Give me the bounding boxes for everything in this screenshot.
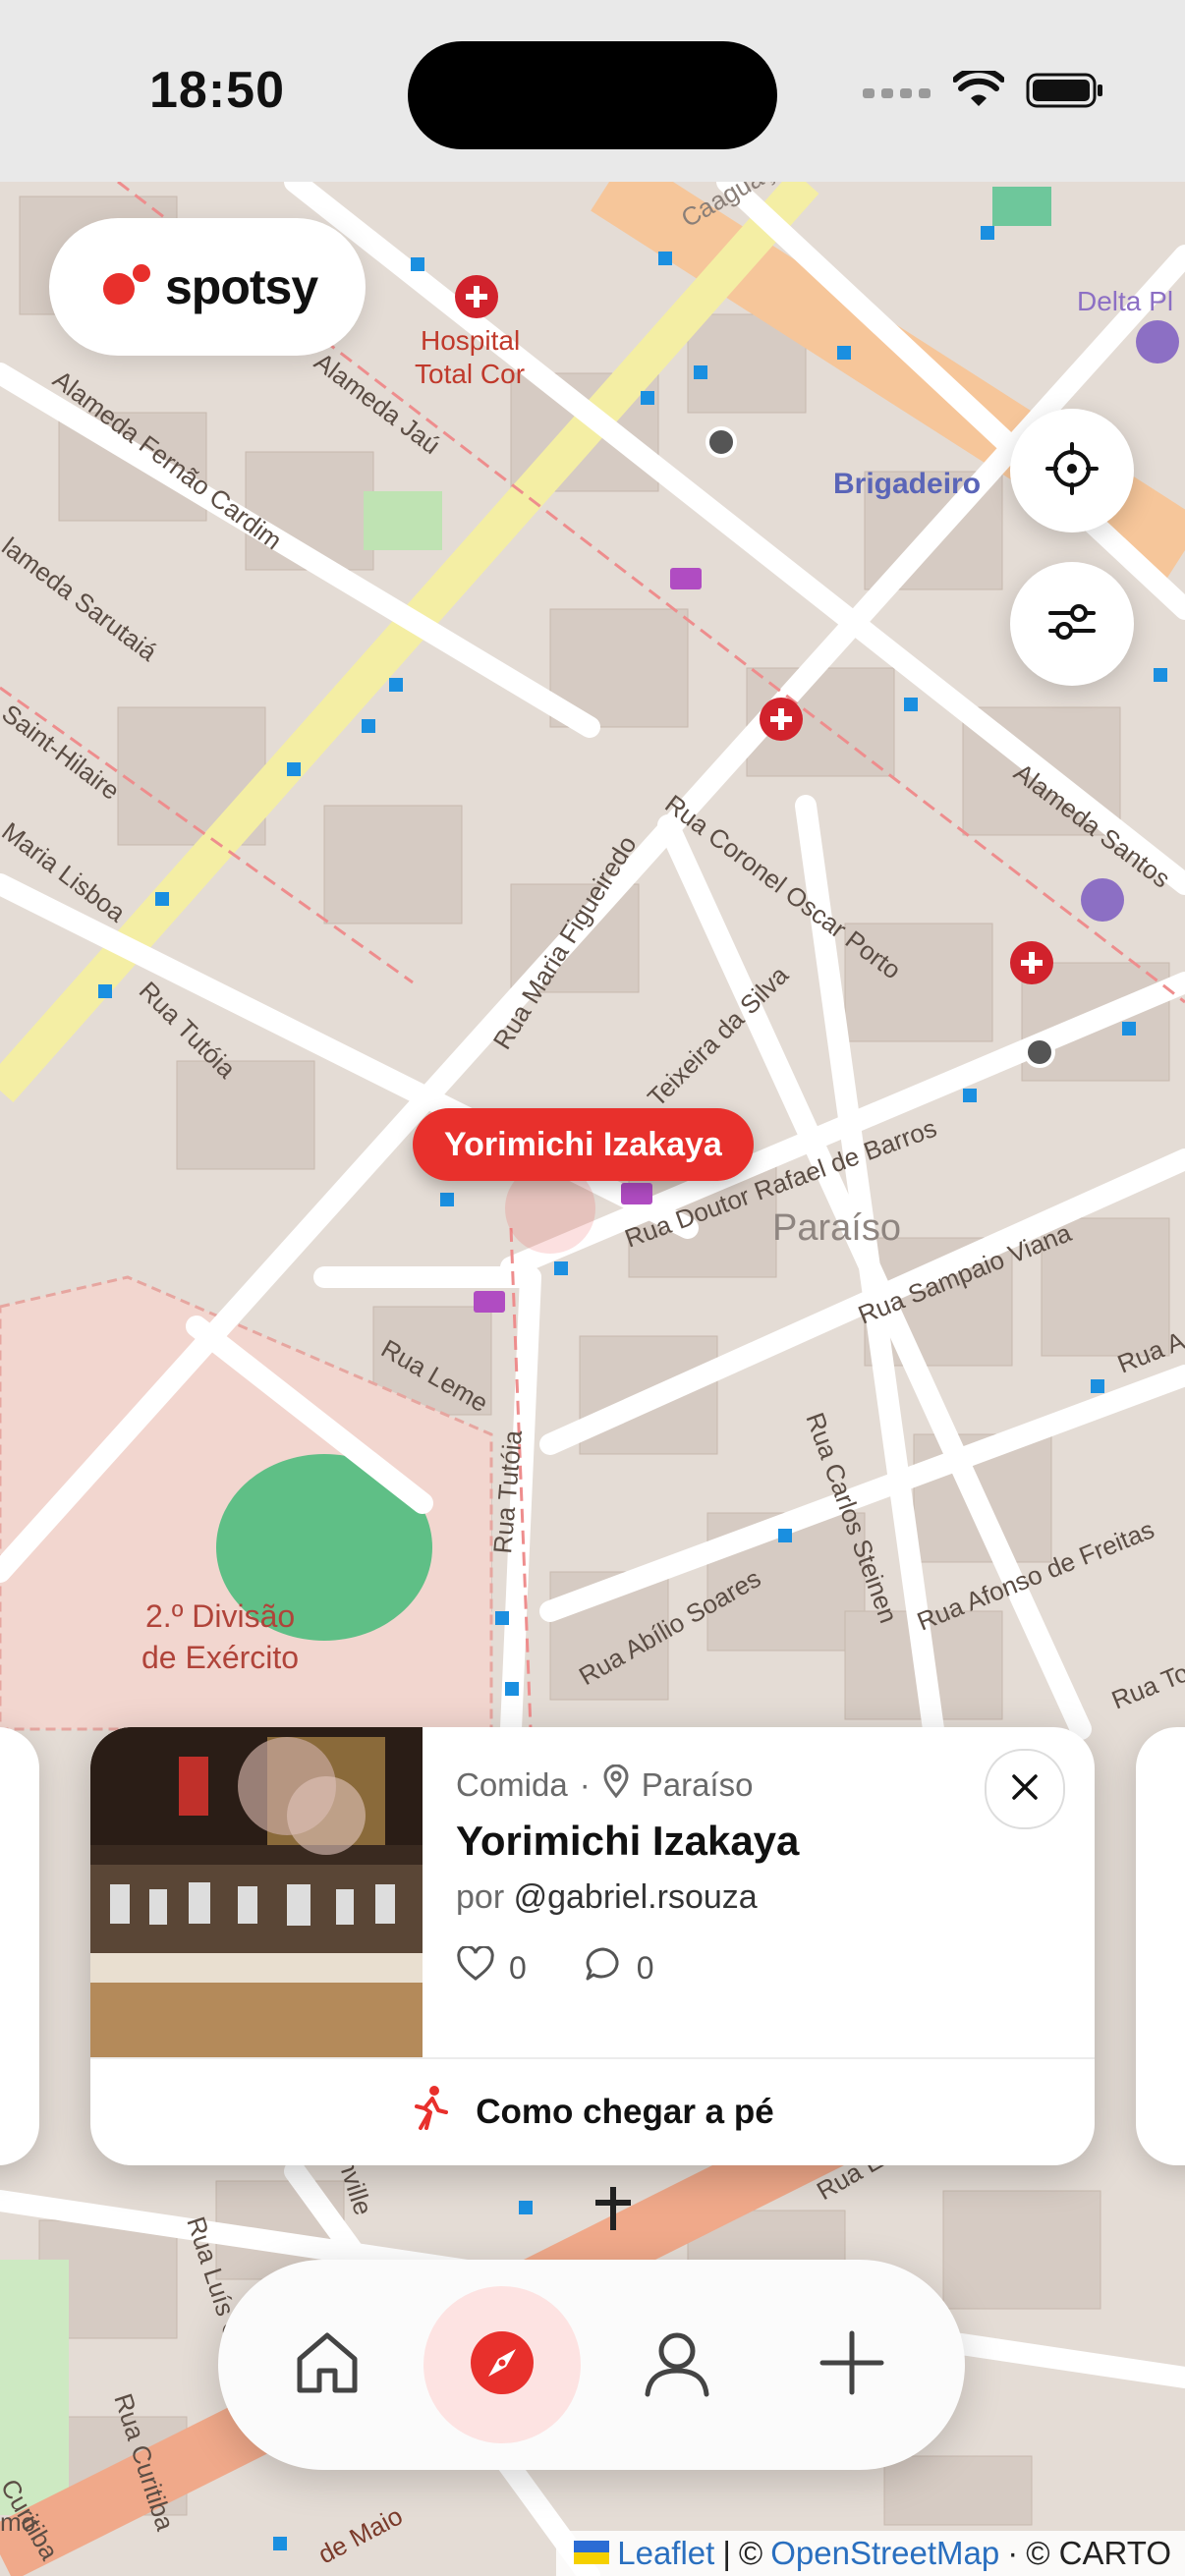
attrib-sep: | (722, 2535, 731, 2571)
attrib-copy: © (738, 2535, 763, 2571)
walking-label: Como chegar a pé (476, 2093, 774, 2131)
street-label: mo (0, 2507, 35, 2537)
heart-icon[interactable] (456, 1944, 495, 1989)
map-view[interactable]: Alameda Fernão Cardim Alameda Jaú lameda… (0, 0, 1185, 2576)
place-photo (90, 1727, 423, 2057)
carto-credit: © CARTO (1026, 2535, 1171, 2571)
tab-add[interactable] (773, 2286, 931, 2443)
sliders-icon (1046, 600, 1098, 648)
poi-label: Brigadeiro (833, 468, 981, 500)
comments-count: 0 (636, 1949, 654, 1986)
poi-label: Total Cor (415, 359, 525, 389)
place-title[interactable]: Yorimichi Izakaya (456, 1818, 799, 1865)
battery-icon (1026, 71, 1104, 115)
user-icon (642, 2327, 712, 2403)
next-card[interactable] (1136, 1727, 1185, 2165)
tab-home[interactable] (249, 2286, 406, 2443)
previous-card[interactable] (0, 1727, 39, 2165)
poi-label: Delta Pl (1077, 286, 1173, 316)
bottom-tab-bar (218, 2260, 965, 2470)
place-neighborhood: Paraíso (641, 1766, 754, 1803)
compass-icon (467, 2327, 537, 2403)
tab-profile[interactable] (598, 2286, 756, 2443)
locate-me-button[interactable] (1010, 409, 1134, 532)
wifi-icon (952, 67, 1005, 115)
place-author[interactable]: por @gabriel.rsouza (456, 1878, 758, 1917)
status-time: 18:50 (149, 62, 285, 119)
leaflet-link[interactable]: Leaflet (617, 2535, 714, 2572)
selected-place-pin[interactable]: Yorimichi Izakaya (413, 1108, 754, 1181)
location-pin-icon (602, 1764, 630, 1806)
status-bar: 18:50 (0, 0, 1185, 182)
district-label: Paraíso (772, 1207, 901, 1249)
dynamic-island (408, 41, 777, 149)
status-icons (863, 67, 1104, 115)
poi-label: 2.º Divisão (145, 1598, 295, 1634)
walking-directions-button[interactable]: Como chegar a pé (90, 2059, 1095, 2165)
comment-icon[interactable] (584, 1945, 623, 1990)
attrib-dot: · (1007, 2535, 1019, 2571)
map-tiles: Alameda Fernão Cardim Alameda Jaú lameda… (0, 0, 1185, 2576)
close-card-button[interactable] (985, 1749, 1065, 1829)
plus-icon (817, 2327, 887, 2403)
poi-label: Hospital (421, 325, 520, 356)
place-card[interactable]: Comida · Paraíso Yorimichi Izakaya por @… (90, 1727, 1095, 2165)
tab-explore[interactable] (423, 2286, 581, 2443)
author-prefix: por (456, 1878, 505, 1916)
place-stats: 0 0 (456, 1944, 654, 1990)
map-attribution: Leaflet | © OpenStreetMap · © CARTO (556, 2531, 1185, 2576)
brand-logo[interactable]: spotsy (49, 218, 366, 356)
signal-icon (863, 81, 931, 105)
close-icon (1008, 1770, 1042, 1809)
osm-link[interactable]: OpenStreetMap (770, 2535, 999, 2572)
place-meta: Comida · Paraíso (456, 1764, 753, 1806)
crosshair-icon (1044, 441, 1100, 501)
ukraine-flag-icon (574, 2535, 610, 2572)
home-icon (292, 2327, 363, 2403)
spotsy-logo-icon (102, 263, 151, 311)
filter-button[interactable] (1010, 562, 1134, 686)
poi-label: de Exército (141, 1640, 299, 1675)
brand-name: spotsy (165, 259, 318, 314)
meta-separator: · (579, 1766, 591, 1803)
place-category: Comida (456, 1766, 568, 1803)
likes-count: 0 (509, 1949, 527, 1986)
author-handle[interactable]: @gabriel.rsouza (514, 1878, 758, 1916)
walking-icon (411, 2085, 450, 2141)
